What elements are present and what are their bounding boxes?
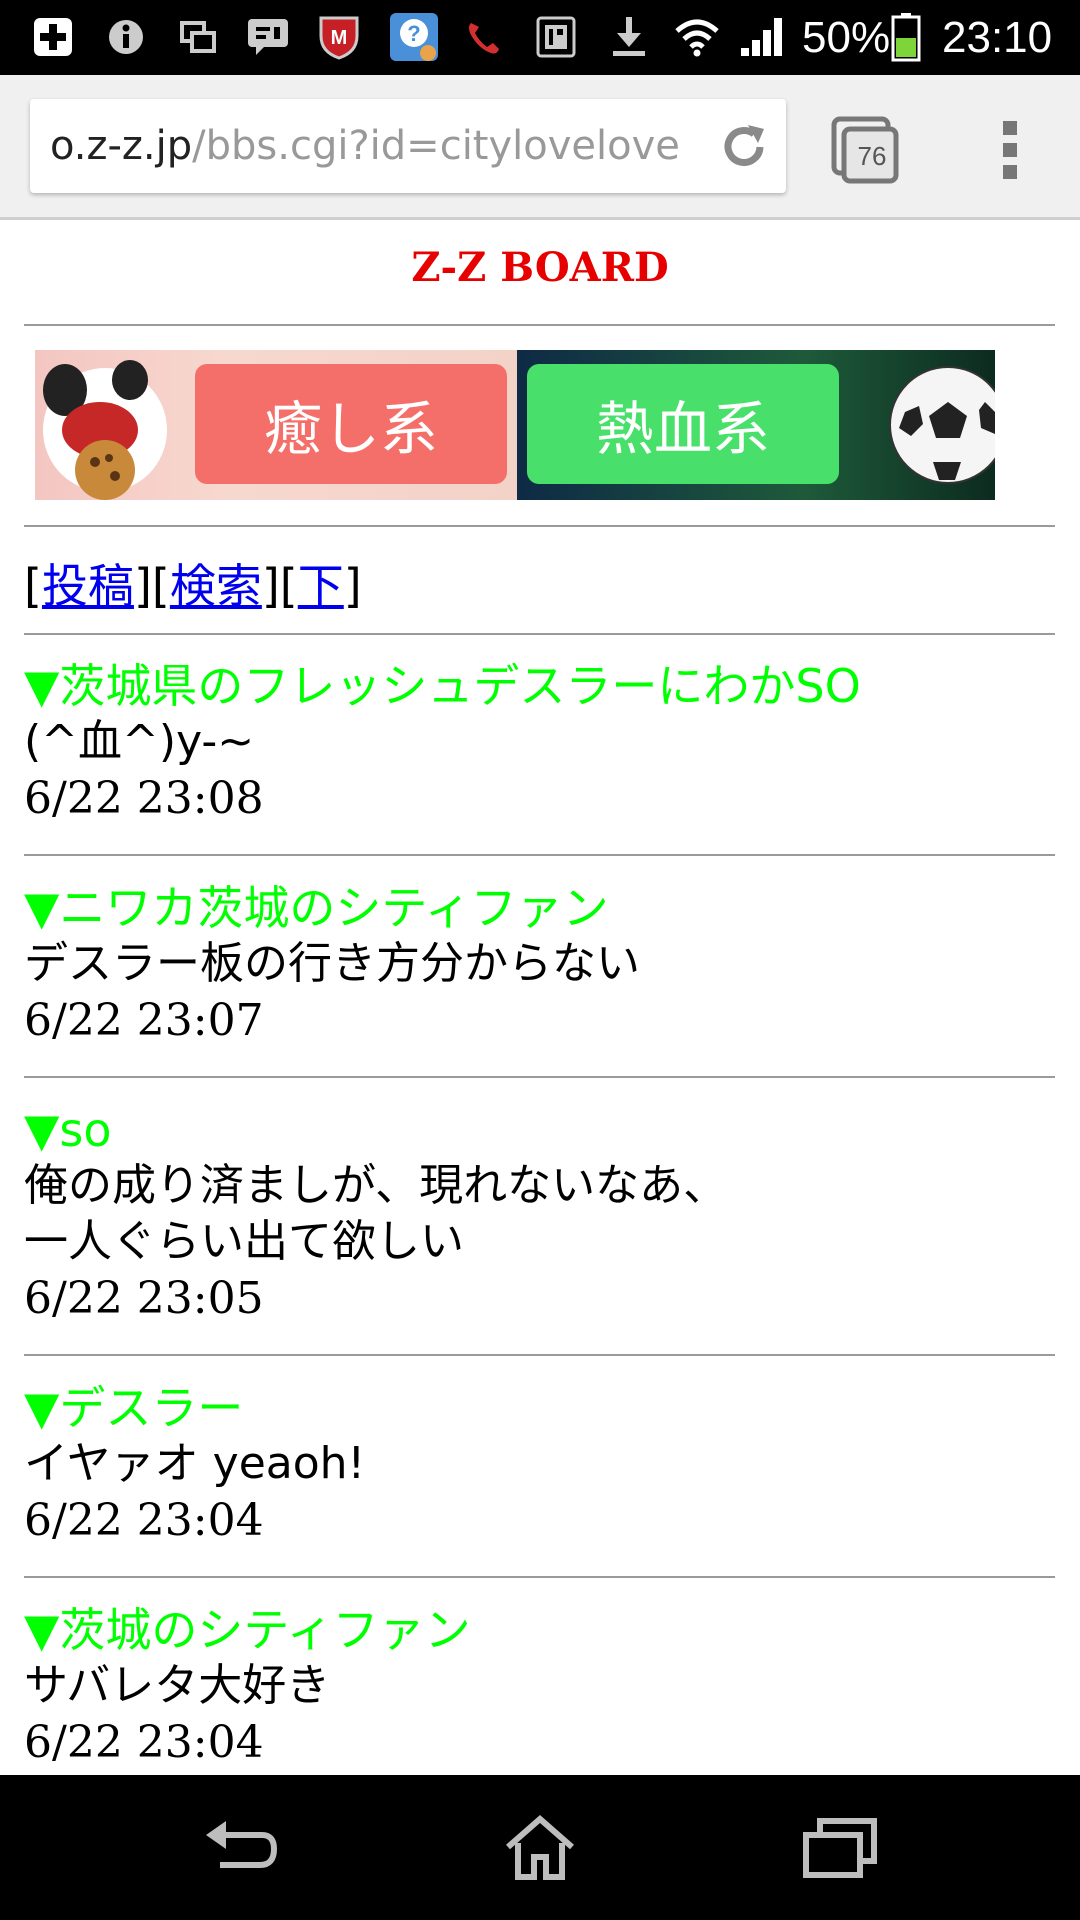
- recent-apps-icon[interactable]: [800, 1813, 880, 1883]
- post-item: ▼ニワカ茨城のシティファン デスラー板の行き方分からない 6/22 23:07: [24, 880, 1055, 1050]
- soccer-ball-icon: [889, 366, 995, 484]
- message-icon: [245, 14, 291, 60]
- tab-count: 76: [857, 141, 887, 171]
- scroll-down-link[interactable]: 下: [298, 559, 344, 613]
- tab-switcher-button[interactable]: 76: [830, 115, 900, 185]
- healing-category-button[interactable]: 癒し系: [195, 364, 507, 484]
- bracket: [: [24, 559, 42, 613]
- board-nav: [投稿][検索][下]: [24, 550, 362, 616]
- url-host: o.z-z.jp: [50, 123, 193, 169]
- post-author: ニワカ茨城のシティファン: [59, 881, 609, 935]
- browser-toolbar: o.z-z.jp/bbs.cgi?id=citylovelove 76: [0, 75, 1080, 220]
- post-title: ▼茨城のシティファン: [24, 1602, 1055, 1658]
- sim-toolkit-icon: [533, 14, 579, 60]
- post-date: 6/22 23:07: [24, 995, 264, 1046]
- url-path: /bbs.cgi?id=citylovelove: [192, 123, 680, 169]
- missed-call-icon: [460, 14, 506, 60]
- post-item: ▼デスラー イヤァオ yeaoh! 6/22 23:04: [24, 1380, 1055, 1550]
- signal-icon: [738, 14, 788, 60]
- web-page: Z-Z BOARD 癒し系 熱血系 [投稿][検索][下] ▼茨城県のフレッシュ…: [0, 220, 1080, 1775]
- panda-character-icon: [43, 360, 167, 500]
- mcafee-icon: M: [316, 14, 362, 60]
- back-icon[interactable]: [200, 1813, 280, 1883]
- clock: 23:10: [942, 13, 1053, 62]
- divider: [24, 1076, 1055, 1078]
- search-link[interactable]: 検索: [170, 559, 262, 613]
- overflow-menu-icon[interactable]: [1000, 115, 1020, 185]
- wifi-icon: [674, 14, 720, 60]
- post-title: ▼茨城県のフレッシュデスラーにわかSO: [24, 658, 1055, 714]
- passion-category-button[interactable]: 熱血系: [527, 364, 839, 484]
- post-title: ▼ニワカ茨城のシティファン: [24, 880, 1055, 936]
- divider: [24, 854, 1055, 856]
- divider: [24, 324, 1055, 326]
- post-item: ▼so 俺の成り済ましが、現れないなあ、 一人ぐらい出て欲しい 6/22 23:…: [24, 1102, 1055, 1328]
- page-title: Z-Z BOARD: [411, 244, 669, 291]
- post-date: 6/22 23:05: [24, 1273, 264, 1324]
- post-author: 茨城県のフレッシュデスラーにわかSO: [59, 659, 861, 713]
- bracket: ][: [261, 559, 298, 613]
- post-date: 6/22 23:08: [24, 773, 264, 824]
- post-date: 6/22 23:04: [24, 1717, 264, 1768]
- status-bar: M ? 50% 23:10: [0, 0, 1080, 75]
- triangle-icon: ▼: [24, 1381, 60, 1435]
- post-link[interactable]: 投稿: [42, 559, 134, 613]
- post-author: so: [59, 1103, 112, 1157]
- url-text[interactable]: o.z-z.jp/bbs.cgi?id=citylovelove: [50, 99, 720, 193]
- address-bar[interactable]: o.z-z.jp/bbs.cgi?id=citylovelove: [30, 99, 786, 193]
- banner-ad[interactable]: 癒し系 熱血系: [35, 350, 995, 500]
- post-body: 俺の成り済ましが、現れないなあ、: [24, 1160, 728, 1211]
- download-icon: [606, 14, 652, 60]
- help-sticker-icon: ?: [388, 13, 440, 61]
- battery-icon: [888, 13, 924, 62]
- post-body: 一人ぐらい出て欲しい: [24, 1216, 464, 1267]
- windows-icon: [175, 14, 221, 60]
- post-item: ▼茨城のシティファン サバレタ大好き 6/22 23:04: [24, 1602, 1055, 1772]
- post-title: ▼so: [24, 1102, 1055, 1158]
- svg-text:M: M: [331, 27, 348, 49]
- triangle-icon: ▼: [24, 1103, 60, 1157]
- svg-text:?: ?: [407, 21, 420, 46]
- triangle-icon: ▼: [24, 1603, 60, 1657]
- divider: [24, 1354, 1055, 1356]
- post-body: デスラー板の行き方分からない: [24, 938, 640, 989]
- post-body: イヤァオ yeaoh!: [24, 1438, 366, 1489]
- add-icon: [30, 14, 76, 60]
- triangle-icon: ▼: [24, 659, 60, 713]
- post-title: ▼デスラー: [24, 1380, 1055, 1436]
- divider: [24, 633, 1055, 635]
- post-body: (^血^)y-~: [24, 716, 255, 767]
- triangle-icon: ▼: [24, 881, 60, 935]
- divider: [24, 1576, 1055, 1578]
- post-body: サバレタ大好き: [24, 1660, 331, 1711]
- divider: [24, 525, 1055, 527]
- battery-percent: 50%: [802, 13, 891, 62]
- reload-icon[interactable]: [716, 119, 772, 175]
- home-icon[interactable]: [500, 1813, 580, 1883]
- post-author: 茨城のシティファン: [59, 1603, 471, 1657]
- info-icon: [103, 14, 149, 60]
- bracket: ]: [343, 559, 362, 613]
- post-author: デスラー: [59, 1381, 244, 1435]
- system-nav-bar: [0, 1775, 1080, 1920]
- post-item: ▼茨城県のフレッシュデスラーにわかSO (^血^)y-~ 6/22 23:08: [24, 658, 1055, 828]
- bracket: ][: [133, 559, 170, 613]
- post-date: 6/22 23:04: [24, 1495, 264, 1546]
